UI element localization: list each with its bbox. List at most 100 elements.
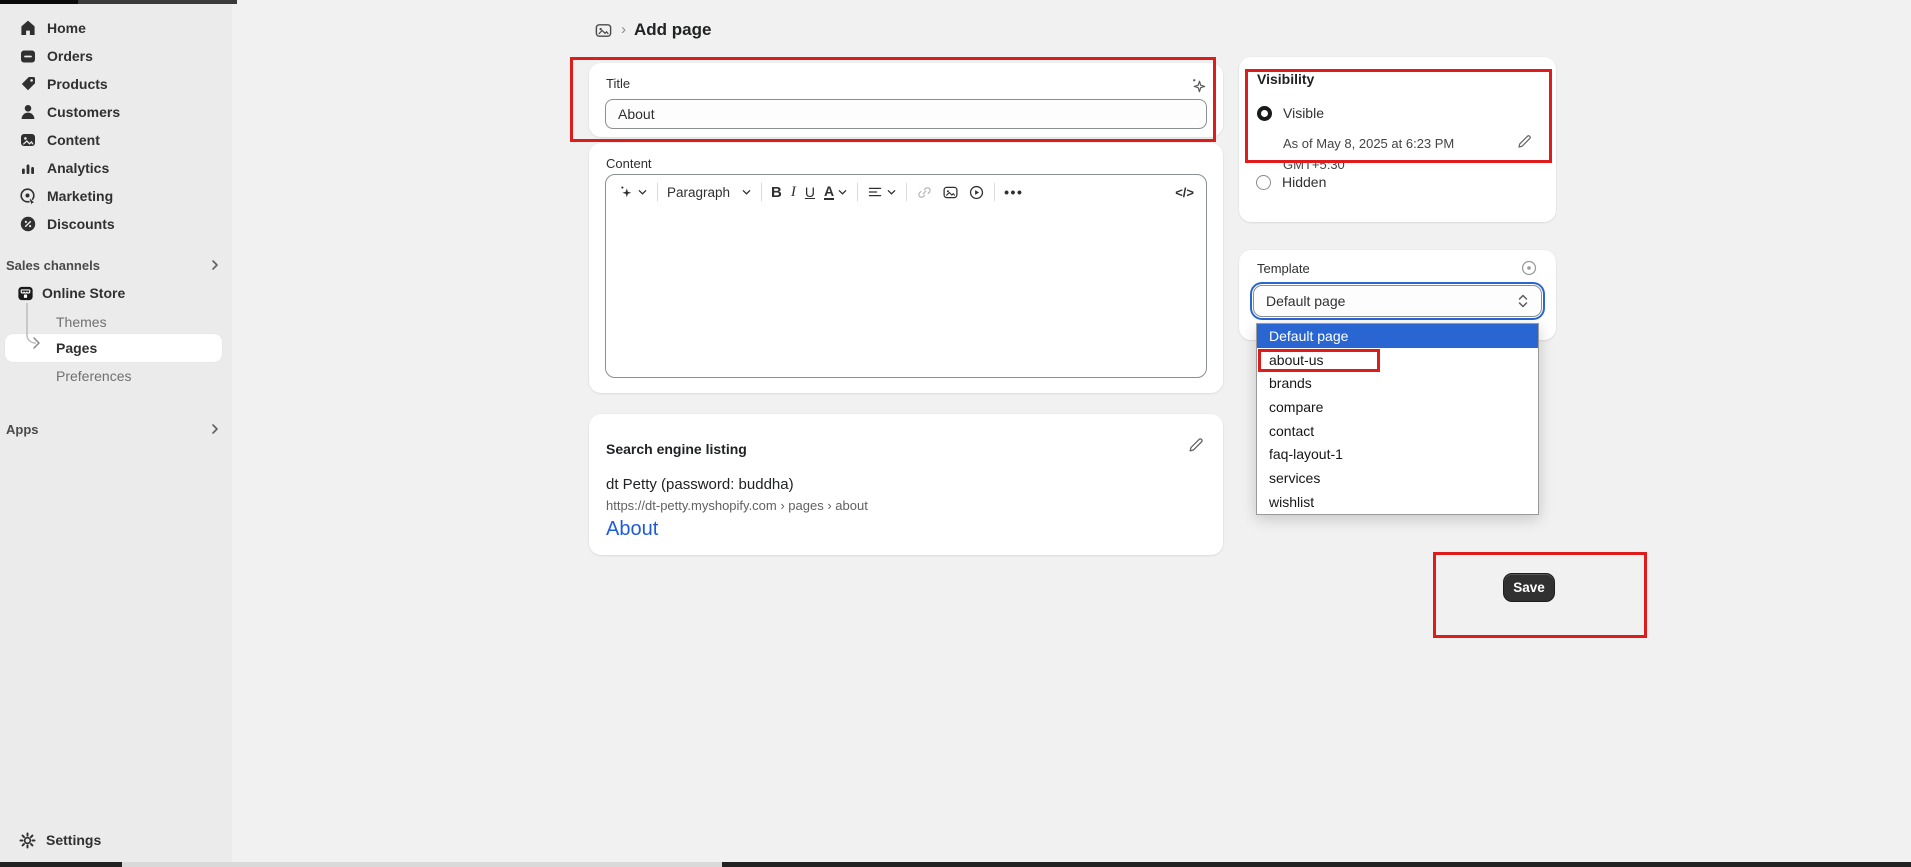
chevron-down-icon: [741, 187, 752, 198]
template-heading: Template: [1257, 261, 1310, 276]
tree-connector: [21, 303, 47, 361]
editor-toolbar: Paragraph B I U A: [606, 175, 1206, 209]
visibility-card: Visibility Visible As of May 8, 2025 at …: [1239, 57, 1556, 222]
sidebar-item-orders[interactable]: Orders: [0, 42, 232, 70]
link-button[interactable]: [916, 184, 933, 201]
chevron-down-icon: [637, 187, 648, 198]
title-input[interactable]: [605, 99, 1207, 129]
scrollbar-thumb[interactable]: [122, 862, 722, 867]
shopify-admin-add-page: Home Orders Products Customers Content A…: [0, 0, 1911, 867]
sidebar-item-products[interactable]: Products: [0, 70, 232, 98]
sidebar-item-label: Home: [47, 20, 86, 36]
window-top-strip: [0, 0, 237, 4]
more-options-button[interactable]: •••: [1004, 184, 1023, 200]
home-icon: [18, 18, 38, 38]
edit-pencil-icon[interactable]: [1516, 133, 1534, 151]
seo-page-title-link[interactable]: About: [606, 518, 658, 541]
sidebar-item-label: Analytics: [47, 160, 109, 176]
sidebar-item-settings[interactable]: Settings: [0, 826, 232, 854]
sidebar-item-marketing[interactable]: Marketing: [0, 182, 232, 210]
toolbar-divider: [761, 183, 762, 201]
breadcrumb: › Add page: [594, 20, 711, 40]
editor-body[interactable]: [606, 209, 1206, 377]
visibility-heading: Visibility: [1257, 71, 1314, 87]
hidden-radio[interactable]: Hidden: [1256, 174, 1326, 190]
sidebar-item-discounts[interactable]: Discounts: [0, 210, 232, 238]
dropdown-option-about-us[interactable]: about-us: [1257, 348, 1538, 372]
select-updown-icon: [1517, 293, 1529, 309]
storefront-icon: [16, 284, 35, 303]
rich-text-editor[interactable]: Paragraph B I U A: [605, 174, 1207, 378]
sales-channels-header[interactable]: Sales channels: [6, 254, 222, 276]
ai-sparkle-button[interactable]: [618, 184, 648, 200]
seo-url: https://dt-petty.myshopify.com › pages ›…: [606, 498, 868, 513]
seo-site-name: dt Petty (password: buddha): [606, 476, 794, 493]
template-select[interactable]: Default page: [1253, 285, 1542, 317]
insert-image-button[interactable]: [942, 184, 959, 201]
insert-video-button[interactable]: [968, 184, 985, 201]
text-color-button[interactable]: A: [824, 184, 848, 201]
chevron-right-icon: [208, 258, 222, 272]
bold-button[interactable]: B: [771, 184, 782, 201]
save-button[interactable]: Save: [1503, 573, 1555, 602]
dropdown-option-wishlist[interactable]: wishlist: [1257, 490, 1538, 514]
sidebar: Home Orders Products Customers Content A…: [0, 0, 232, 867]
underline-button[interactable]: U: [805, 184, 815, 200]
ai-sparkle-icon[interactable]: [1187, 74, 1209, 96]
breadcrumb-chevron: ›: [621, 21, 626, 38]
seo-heading: Search engine listing: [606, 441, 747, 457]
paragraph-style-dropdown[interactable]: Paragraph: [667, 185, 752, 200]
orders-icon: [18, 46, 38, 66]
page-title: Add page: [634, 20, 711, 40]
dropdown-option-faq-layout-1[interactable]: faq-layout-1: [1257, 442, 1538, 466]
sidebar-item-label: Marketing: [47, 188, 113, 204]
chevron-right-icon: [208, 422, 222, 436]
tag-icon: [18, 74, 38, 94]
dropdown-option-brands[interactable]: brands: [1257, 371, 1538, 395]
template-dropdown: Default page about-us brands compare con…: [1256, 323, 1539, 515]
dropdown-option-default-page[interactable]: Default page: [1257, 324, 1538, 348]
seo-card: Search engine listing dt Petty (password…: [589, 414, 1223, 555]
target-icon: [18, 186, 38, 206]
dropdown-option-compare[interactable]: compare: [1257, 395, 1538, 419]
sidebar-item-label: Discounts: [47, 216, 115, 232]
toolbar-divider: [994, 183, 995, 201]
sidebar-item-label: Orders: [47, 48, 93, 64]
sidebar-item-label: Content: [47, 132, 100, 148]
edit-pencil-icon[interactable]: [1187, 436, 1207, 456]
eye-icon[interactable]: [1520, 259, 1538, 277]
person-icon: [18, 102, 38, 122]
radio-selected-icon: [1257, 106, 1272, 121]
code-view-button[interactable]: </>: [1175, 185, 1194, 200]
content-card: Content Paragraph B I U A: [589, 143, 1223, 393]
bar-chart-icon: [18, 158, 38, 178]
sidebar-item-customers[interactable]: Customers: [0, 98, 232, 126]
alignment-button[interactable]: [867, 184, 897, 200]
discount-badge-icon: [18, 214, 38, 234]
visibility-schedule-text: As of May 8, 2025 at 6:23 PM GMT+5:30: [1283, 133, 1473, 175]
title-label: Title: [606, 76, 630, 91]
picture-icon: [18, 130, 38, 150]
dropdown-option-services[interactable]: services: [1257, 466, 1538, 490]
sidebar-item-preferences[interactable]: Preferences: [0, 362, 232, 390]
apps-header[interactable]: Apps: [6, 418, 222, 440]
italic-button[interactable]: I: [791, 184, 796, 201]
sidebar-item-home[interactable]: Home: [0, 14, 232, 42]
radio-unselected-icon: [1256, 175, 1271, 190]
toolbar-divider: [906, 183, 907, 201]
chevron-down-icon: [837, 187, 848, 198]
title-card: Title: [589, 63, 1223, 137]
sidebar-item-analytics[interactable]: Analytics: [0, 154, 232, 182]
chevron-down-icon: [886, 187, 897, 198]
gear-icon: [18, 831, 37, 850]
toolbar-divider: [857, 183, 858, 201]
content-label: Content: [606, 156, 652, 171]
sidebar-item-label: Products: [47, 76, 108, 92]
dropdown-option-contact[interactable]: contact: [1257, 419, 1538, 443]
sidebar-item-content[interactable]: Content: [0, 126, 232, 154]
visible-radio[interactable]: Visible: [1257, 105, 1324, 121]
sidebar-item-label: Customers: [47, 104, 120, 120]
horizontal-scrollbar[interactable]: [0, 862, 1911, 867]
pages-picture-icon[interactable]: [594, 21, 613, 40]
main-nav: Home Orders Products Customers Content A…: [0, 14, 232, 238]
